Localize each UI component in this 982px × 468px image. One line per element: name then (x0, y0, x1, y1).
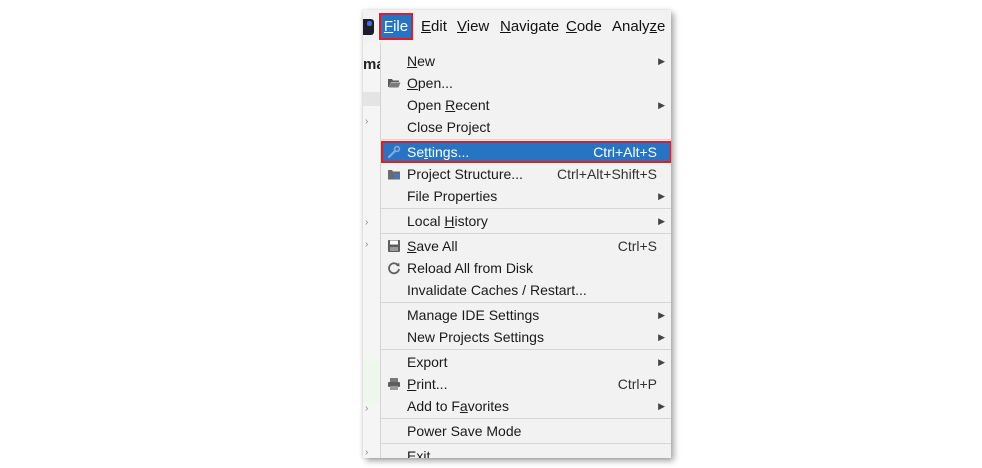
ide-window: File Edit View Navigate Code Analyze ma … (363, 10, 671, 458)
submenu-arrow-icon: ▶ (658, 357, 665, 367)
shortcut-label: Ctrl+S (617, 238, 657, 254)
menu-bar: File Edit View Navigate Code Analyze (363, 10, 671, 43)
submenu-arrow-icon: ▶ (658, 56, 665, 66)
menu-analyze[interactable]: Analyze (612, 16, 665, 37)
menu-item-new[interactable]: New ▶ (381, 50, 671, 72)
menu-item-file-properties[interactable]: File Properties ▶ (381, 185, 671, 207)
tree-chevron-icon: › (365, 116, 369, 127)
submenu-arrow-icon: ▶ (658, 332, 665, 342)
menu-item-reload-all[interactable]: Reload All from Disk (381, 257, 671, 279)
menu-item-close-project[interactable]: Close Project (381, 116, 671, 138)
ide-background-strip: ma › › › › › (363, 43, 385, 458)
menu-code[interactable]: Code (566, 16, 602, 37)
intellij-logo-icon (363, 19, 374, 35)
folder-open-icon (388, 79, 401, 88)
menu-separator (381, 418, 671, 419)
menu-item-export[interactable]: Export ▶ (381, 351, 671, 373)
project-structure-icon (388, 170, 400, 180)
submenu-arrow-icon: ▶ (658, 216, 665, 226)
file-dropdown-menu: New ▶ Open... Open Recent ▶ Close Projec… (380, 43, 671, 458)
reload-icon (388, 262, 400, 275)
background-highlight (363, 361, 380, 403)
shortcut-label: Ctrl+Alt+Shift+S (557, 166, 657, 182)
menu-item-settings[interactable]: Settings... Ctrl+Alt+S (381, 141, 671, 163)
menu-item-power-save-mode[interactable]: Power Save Mode (381, 420, 671, 442)
submenu-arrow-icon: ▶ (658, 401, 665, 411)
tree-chevron-icon: › (365, 239, 369, 250)
tree-chevron-icon: › (365, 217, 369, 228)
menu-separator (381, 139, 671, 140)
menu-item-open-recent[interactable]: Open Recent ▶ (381, 94, 671, 116)
menu-item-print[interactable]: Print... Ctrl+P (381, 373, 671, 395)
menu-item-add-to-favorites[interactable]: Add to Favorites ▶ (381, 395, 671, 417)
tree-chevron-icon: › (365, 403, 369, 414)
menu-item-manage-ide-settings[interactable]: Manage IDE Settings ▶ (381, 304, 671, 326)
menu-item-invalidate-caches[interactable]: Invalidate Caches / Restart... (381, 279, 671, 301)
printer-icon (388, 378, 400, 390)
menu-item-save-all[interactable]: Save All Ctrl+S (381, 235, 671, 257)
menu-separator (381, 208, 671, 209)
menu-separator (381, 349, 671, 350)
menu-separator (381, 233, 671, 234)
submenu-arrow-icon: ▶ (658, 310, 665, 320)
menu-separator (381, 443, 671, 444)
wrench-icon (387, 145, 401, 159)
menu-view[interactable]: View (457, 16, 489, 37)
save-icon (388, 240, 400, 252)
menu-separator (381, 302, 671, 303)
menu-navigate[interactable]: Navigate (500, 16, 559, 37)
shortcut-label: Ctrl+P (617, 376, 657, 392)
menu-item-local-history[interactable]: Local History ▶ (381, 210, 671, 232)
submenu-arrow-icon: ▶ (658, 191, 665, 201)
menu-item-exit[interactable]: Exit (381, 445, 671, 458)
shortcut-label: Ctrl+Alt+S (593, 144, 657, 160)
submenu-arrow-icon: ▶ (658, 100, 665, 110)
menu-item-open[interactable]: Open... (381, 72, 671, 94)
background-toolbar (363, 92, 380, 106)
menu-file[interactable]: File (379, 13, 413, 40)
menu-item-project-structure[interactable]: Project Structure... Ctrl+Alt+Shift+S (381, 163, 671, 185)
menu-item-new-projects-settings[interactable]: New Projects Settings ▶ (381, 326, 671, 348)
tree-chevron-icon: › (365, 447, 369, 458)
menu-edit[interactable]: Edit (421, 16, 447, 37)
